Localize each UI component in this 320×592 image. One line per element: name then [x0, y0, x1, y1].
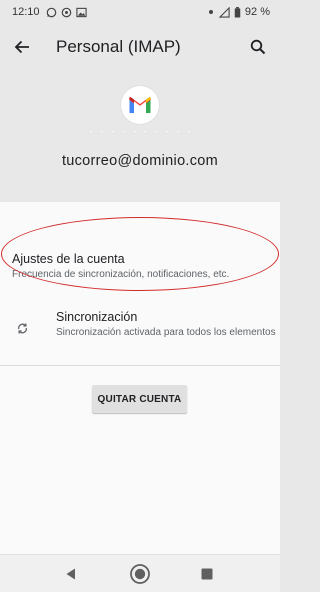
triangle-back-icon: [66, 568, 75, 580]
sync-icon: [14, 320, 30, 336]
remove-account-button[interactable]: QUITAR CUENTA: [92, 385, 187, 413]
gmail-logo-icon: [129, 96, 151, 113]
system-nav-bar: [0, 554, 280, 592]
app-bar: Personal (IMAP): [0, 24, 280, 70]
sync-settings-subtitle: Sincronización activada para todos los e…: [56, 327, 276, 338]
account-header: tucorreo@dominio.com: [0, 70, 280, 202]
search-icon: [250, 39, 266, 55]
status-time: 12:10: [12, 6, 40, 18]
arrow-back-icon: [14, 40, 29, 54]
battery-percent: 92 %: [244, 6, 270, 18]
battery-icon: [234, 6, 241, 18]
nav-recents-button[interactable]: [196, 563, 218, 585]
nav-home-button[interactable]: [129, 563, 151, 585]
image-icon: [75, 7, 87, 18]
account-settings-item[interactable]: Ajustes de la cuenta Frecuencia de sincr…: [0, 252, 280, 292]
status-bar: 12:10 92 %: [0, 0, 280, 24]
square-recents-icon: [201, 568, 213, 580]
notification-dot-icon: [208, 10, 213, 14]
account-settings-title: Ajustes de la cuenta: [12, 252, 125, 266]
search-button[interactable]: [238, 25, 278, 69]
account-email: tucorreo@dominio.com: [61, 153, 219, 169]
sync-settings-title: Sincronización: [56, 310, 138, 324]
signal-icon: [218, 6, 230, 18]
account-avatar: [121, 86, 159, 124]
account-settings-subtitle: Frecuencia de sincronización, notificaci…: [12, 269, 230, 280]
divider: [0, 365, 280, 366]
back-button[interactable]: [0, 25, 44, 69]
whatsapp-icon: [46, 7, 57, 18]
nav-back-button[interactable]: [60, 563, 82, 585]
page-title: Personal (IMAP): [56, 37, 181, 56]
circle-home-icon: [130, 564, 150, 584]
sync-settings-item[interactable]: Sincronización Sincronización activada p…: [0, 310, 280, 356]
settings-content: Ajustes de la cuenta Frecuencia de sincr…: [0, 202, 280, 554]
data-saver-icon: [61, 7, 72, 18]
decorative-dots: [90, 131, 190, 133]
